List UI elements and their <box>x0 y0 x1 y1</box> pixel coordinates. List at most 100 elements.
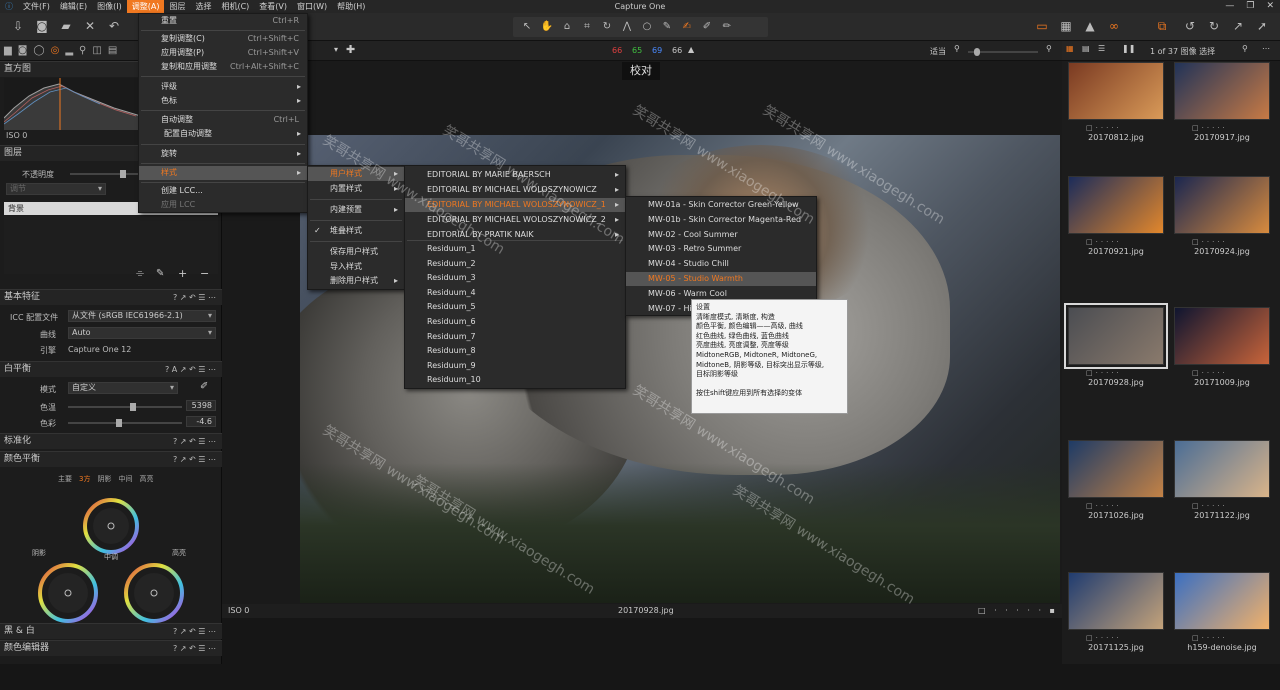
minimize-icon[interactable]: — <box>1225 0 1234 13</box>
thumbnail-rating[interactable]: □····· <box>1192 502 1228 510</box>
menu-apply-lcc[interactable]: 应用 LCC <box>139 198 307 212</box>
camera-icon[interactable]: ◙ <box>34 17 50 35</box>
highlight-color-wheel[interactable] <box>116 558 192 628</box>
edit-mode-icon[interactable]: ▭ <box>1034 17 1050 35</box>
eraser-icon[interactable]: ✏ <box>719 18 735 36</box>
menu-select[interactable]: 选择 <box>190 0 216 13</box>
menu-auto-adjust[interactable]: 自动调整 Ctrl+L <box>139 113 307 127</box>
section-tools-icon[interactable]: ? ↗ ↶ ☰ ⋯ <box>173 290 216 305</box>
folder-icon[interactable]: ▰ <box>58 17 74 35</box>
mw-style-item[interactable]: MW-04 - Studio Chill <box>626 257 816 271</box>
mw-style-item[interactable]: MW-05 - Studio Warmth <box>626 272 816 286</box>
user-style-item[interactable]: Residuum_7 <box>405 330 625 344</box>
undo-icon[interactable]: ↶ <box>106 17 122 35</box>
thumbnail[interactable]: □····· 20170812.jpg <box>1064 58 1168 180</box>
user-style-item[interactable]: Residuum_3 <box>405 271 625 285</box>
thumbnail-image[interactable] <box>1174 307 1270 365</box>
color-tab-icon[interactable]: ◎ <box>51 45 60 56</box>
thumbnail-rating[interactable]: □····· <box>1086 502 1122 510</box>
compare-icon[interactable]: ⧉ <box>1154 17 1170 35</box>
cb-tab-3way[interactable]: 3方 <box>79 474 90 484</box>
details-tab-icon[interactable]: ⚲ <box>79 45 86 56</box>
rotate-icon[interactable]: ↻ <box>599 18 615 36</box>
menu-camera[interactable]: 相机(C) <box>216 0 254 13</box>
list-view-icon[interactable]: ▤ <box>1082 44 1090 53</box>
menu-adjust[interactable]: 调整(A) <box>126 0 165 13</box>
color-balance-header[interactable]: 颜色平衡 ? ↗ ↶ ☰ ⋯ <box>0 451 222 467</box>
zoom-slider[interactable] <box>968 48 1038 56</box>
thumbnail-image[interactable] <box>1068 440 1164 498</box>
crop-icon[interactable]: ⌗ <box>579 18 595 36</box>
temp-slider[interactable] <box>68 403 182 411</box>
user-style-item[interactable]: Residuum_8 <box>405 344 625 358</box>
thumbnail-image[interactable] <box>1174 572 1270 630</box>
thumbnail-rating[interactable]: □····· <box>1192 369 1228 377</box>
shadow-color-wheel[interactable] <box>30 558 106 628</box>
thumbnail[interactable]: □····· 20171125.jpg <box>1064 568 1168 690</box>
section-tools-icon[interactable]: ? ↗ ↶ ☰ ⋯ <box>173 624 216 639</box>
maximize-icon[interactable]: ❐ <box>1246 0 1254 13</box>
menu-reset[interactable]: 重置 Ctrl+R <box>139 14 307 28</box>
add-icon[interactable]: ✚ <box>346 43 355 56</box>
menu-apply-adjust[interactable]: 应用调整(P) Ctrl+Shift+V <box>139 46 307 60</box>
user-style-item[interactable]: Residuum_10 <box>405 373 625 387</box>
menu-help[interactable]: 帮助(H) <box>332 0 370 13</box>
thumbnail-rating[interactable]: □····· <box>1086 124 1122 132</box>
cb-tab-mid[interactable]: 中间 <box>118 474 132 484</box>
thumbnail-image[interactable] <box>1068 62 1164 120</box>
user-style-item[interactable]: Residuum_1 <box>405 242 625 256</box>
tint-value[interactable]: -4.6 <box>186 416 216 427</box>
section-tools-icon[interactable]: ? ↗ ↶ ☰ ⋯ <box>173 434 216 449</box>
menu-import-style[interactable]: 导入样式 <box>308 260 404 274</box>
temp-value[interactable]: 5398 <box>186 400 216 411</box>
menu-stack-styles[interactable]: ✓ 堆叠样式 <box>308 224 404 238</box>
mw-style-item[interactable]: MW-02 - Cool Summer <box>626 228 816 242</box>
more-icon[interactable]: ⋯ <box>1262 44 1270 53</box>
rotate-right-icon[interactable]: ↻ <box>1206 17 1222 35</box>
cb-tab-master[interactable]: 主要 <box>58 474 72 484</box>
wb-picker-icon[interactable]: ✐ <box>200 381 208 392</box>
menu-styles[interactable]: 样式 ▸ <box>139 166 307 180</box>
import-icon[interactable]: ⇩ <box>10 17 26 35</box>
menu-rotate[interactable]: 旋转 ▸ <box>139 147 307 161</box>
basic-header[interactable]: 基本特征 ? ↗ ↶ ☰ ⋯ <box>0 289 222 305</box>
zoom-out-icon[interactable]: ⚲ <box>954 44 960 53</box>
layer-add-icon[interactable]: + <box>178 267 187 280</box>
menu-copy-apply[interactable]: 复制和应用调整 Ctrl+Alt+Shift+C <box>139 60 307 74</box>
adjust-tab-icon[interactable]: ◫ <box>92 45 101 56</box>
thumbnail-rating[interactable]: □····· <box>1192 238 1228 246</box>
menu-image[interactable]: 图像(I) <box>92 0 127 13</box>
section-tools-icon[interactable]: ? ↗ ↶ ☰ ⋯ <box>173 452 216 467</box>
user-style-item[interactable]: EDITORIAL BY MICHAEL WOLOSZYNOWICZ ▸ <box>405 183 625 197</box>
color-editor-header[interactable]: 颜色编辑器 ? ↗ ↶ ☰ ⋯ <box>0 640 222 656</box>
thumbnail-image[interactable] <box>1174 62 1270 120</box>
exposure-tab-icon[interactable]: ▂ <box>65 45 73 56</box>
details-view-icon[interactable]: ☰ <box>1098 44 1105 53</box>
layer-remove-icon[interactable]: − <box>200 267 209 280</box>
menu-window[interactable]: 窗口(W) <box>292 0 332 13</box>
annotate-icon[interactable]: ✐ <box>699 18 715 36</box>
user-style-item[interactable]: Residuum_6 <box>405 315 625 329</box>
menu-view[interactable]: 查看(V) <box>254 0 292 13</box>
zoom-in-icon[interactable]: ⚲ <box>1046 44 1052 53</box>
share-icon[interactable]: ↗ <box>1230 17 1246 35</box>
picker-icon[interactable]: ✎ <box>659 18 675 36</box>
user-style-item[interactable]: Residuum_5 <box>405 300 625 314</box>
section-tools-icon[interactable]: ? ↗ ↶ ☰ ⋯ <box>173 641 216 656</box>
user-style-item[interactable]: Residuum_2 <box>405 257 625 271</box>
menu-save-style[interactable]: 保存用户样式 <box>308 245 404 259</box>
thumbnail-rating[interactable]: □····· <box>1192 124 1228 132</box>
curve-dropdown[interactable]: Auto <box>68 327 216 339</box>
cb-tab-shadow[interactable]: 阴影 <box>97 474 111 484</box>
thumbnail[interactable]: □····· 20171009.jpg <box>1170 303 1274 425</box>
thumbnail[interactable]: □····· 20171122.jpg <box>1170 436 1274 558</box>
app-info-icon[interactable]: ⓘ <box>0 0 18 13</box>
thumbnail-rating[interactable]: □····· <box>1086 238 1122 246</box>
close-icon[interactable]: ✕ <box>1266 0 1274 13</box>
thumbnail-image[interactable] <box>1174 176 1270 234</box>
menu-layers[interactable]: 图层 <box>164 0 190 13</box>
mw-style-item[interactable]: MW-03 - Retro Summer <box>626 242 816 256</box>
user-style-item[interactable]: Residuum_9 <box>405 359 625 373</box>
thumbnail-rating[interactable]: □····· <box>1192 634 1228 642</box>
section-tools-icon[interactable]: ? A ↗ ↶ ☰ ⋯ <box>165 362 216 377</box>
